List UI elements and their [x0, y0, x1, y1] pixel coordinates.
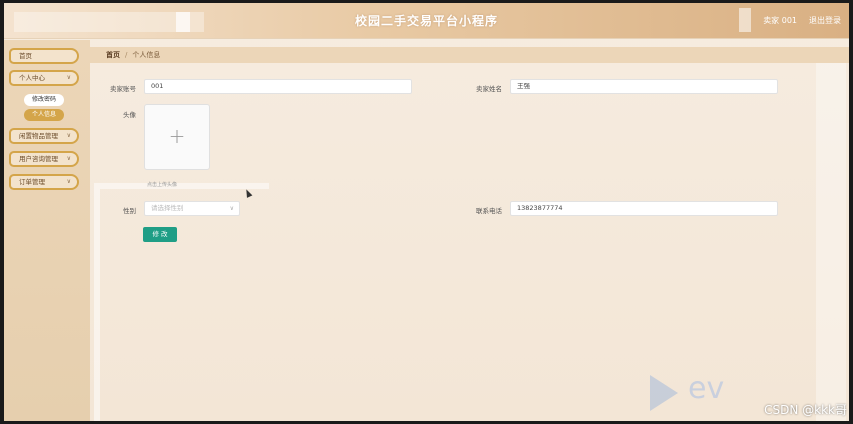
sidebar-subitem-personal-info[interactable]: 个人信息	[24, 109, 64, 121]
submit-button[interactable]: 修 改	[143, 227, 177, 242]
breadcrumb: 首页 / 个人信息	[90, 47, 849, 63]
seller-name-input[interactable]: 王强	[510, 79, 778, 94]
phone-input[interactable]: 13823877774	[510, 201, 778, 216]
gender-label: 性别	[123, 207, 136, 215]
sidebar-item-label: 个人中心	[19, 74, 45, 82]
sidebar-subitem-change-password[interactable]: 修改密码	[24, 94, 64, 106]
watermark-logo-icon	[650, 375, 678, 411]
plus-icon: +	[168, 124, 186, 148]
current-user: 卖家 001	[763, 16, 797, 25]
sidebar-item-label: 首页	[19, 52, 32, 60]
breadcrumb-separator: /	[125, 51, 128, 59]
avatar-upload[interactable]: +	[144, 104, 210, 170]
sidebar-item-label: 用户咨询管理	[19, 155, 58, 163]
gender-select[interactable]: 请选择性别 ∨	[144, 201, 240, 216]
sidebar-item-home[interactable]: 首页	[9, 48, 79, 64]
gender-placeholder: 请选择性别	[151, 204, 184, 212]
seller-name-label: 卖家姓名	[476, 85, 502, 93]
avatar-upload-tip: 点击上传头像	[147, 182, 178, 188]
watermark-brand: ev	[688, 371, 725, 406]
background-decoration	[94, 183, 269, 421]
chevron-down-icon: ∨	[66, 74, 71, 81]
sidebar-item-idle-goods[interactable]: 闲置物品管理 ∨	[9, 128, 79, 144]
sidebar-item-user-consult[interactable]: 用户咨询管理 ∨	[9, 151, 79, 167]
seller-account-input[interactable]: 001	[144, 79, 412, 94]
chevron-down-icon: ∨	[229, 205, 234, 212]
sidebar-item-label: 订单管理	[19, 178, 45, 186]
breadcrumb-current: 个人信息	[132, 51, 161, 59]
top-header: 校园二手交易平台小程序 卖家 001 退出登录	[4, 3, 849, 39]
logout-link[interactable]: 退出登录	[809, 15, 841, 26]
chevron-down-icon: ∨	[66, 132, 71, 139]
chevron-down-icon: ∨	[66, 178, 71, 185]
background-decoration	[816, 63, 846, 421]
seller-account-label: 卖家账号	[110, 85, 136, 93]
avatar-label: 头像	[123, 111, 136, 119]
sidebar-item-orders[interactable]: 订单管理 ∨	[9, 174, 79, 190]
breadcrumb-home[interactable]: 首页	[106, 51, 120, 59]
sidebar-item-personal-center[interactable]: 个人中心 ∨	[9, 70, 79, 86]
watermark-csdn: CSDN @kkk哥	[764, 403, 847, 417]
app-title: 校园二手交易平台小程序	[354, 14, 498, 28]
sidebar: 首页 个人中心 ∨ 修改密码 个人信息 闲置物品管理 ∨ 用户咨询管理 ∨ 订单…	[4, 40, 90, 421]
chevron-down-icon: ∨	[66, 155, 71, 162]
app-window: 校园二手交易平台小程序 卖家 001 退出登录 首页 个人中心 ∨ 修改密码 个…	[4, 3, 849, 421]
phone-label: 联系电话	[476, 207, 502, 215]
sidebar-item-label: 闲置物品管理	[19, 132, 58, 140]
